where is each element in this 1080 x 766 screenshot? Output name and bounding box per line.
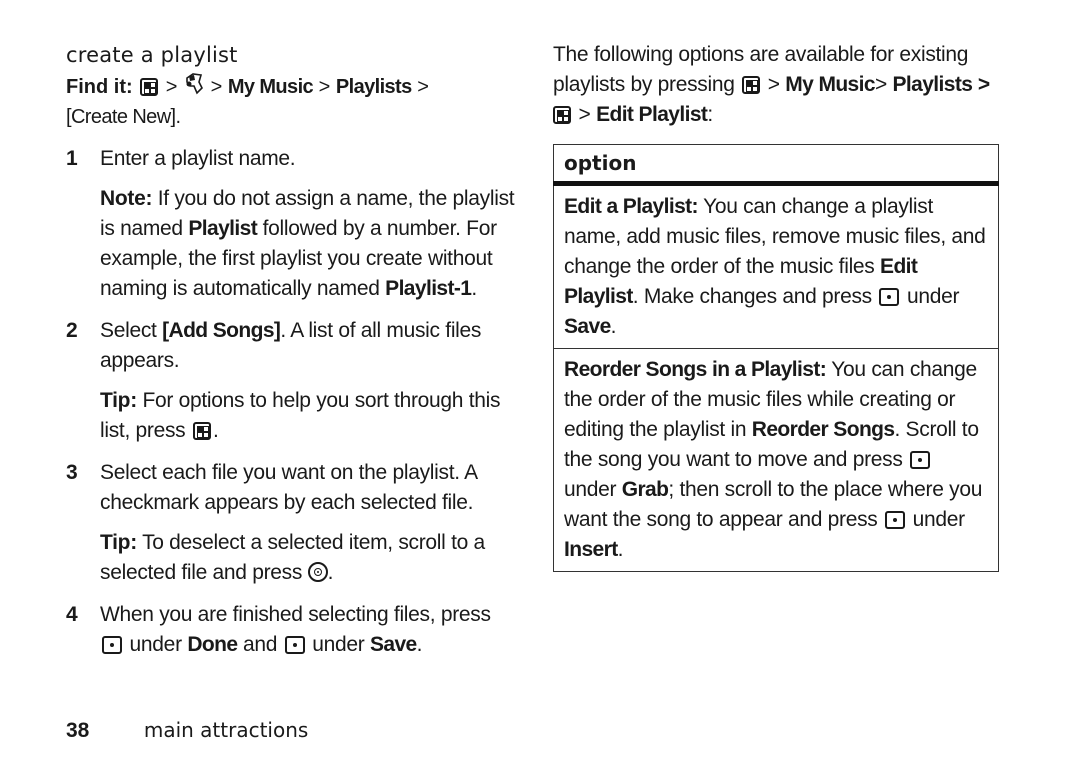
option-text: under <box>912 508 966 531</box>
note: Note: If you do not assign a name, the p… <box>66 184 516 304</box>
menu-key-icon <box>192 422 211 440</box>
step-number: 3 <box>66 461 78 484</box>
option-text: under <box>906 285 960 308</box>
option-term-save: Save <box>564 315 611 338</box>
path-my-music: My Music <box>227 76 314 98</box>
path-playlists: Playlists <box>335 76 412 98</box>
path-separator: > <box>767 73 780 96</box>
step-text: Select each file you want on the playlis… <box>100 461 477 514</box>
note-term-playlist-1: Playlist-1 <box>385 277 472 300</box>
option-title: Edit a Playlist: <box>564 195 699 218</box>
path-separator: > <box>417 76 429 98</box>
table-cell: Reorder Songs in a Playlist: You can cha… <box>554 349 999 572</box>
soft-key-icon <box>284 636 305 654</box>
options-intro: The following options are available for … <box>553 40 999 130</box>
option-text: . Make changes and press <box>632 285 872 308</box>
step-text: When you are finished selecting files, p… <box>100 603 491 626</box>
option-term-grab: Grab <box>621 478 669 501</box>
path-separator: > <box>318 76 331 98</box>
step-3: 3 Select each file you want on the playl… <box>66 458 516 518</box>
step-text: Enter a playlist name. <box>100 147 296 170</box>
path-separator: > <box>977 73 990 96</box>
path-create-new: [Create New] <box>66 106 176 128</box>
menu-key-icon <box>742 76 761 94</box>
tip-label: Tip: <box>100 389 137 412</box>
step-text: under <box>312 633 365 656</box>
options-table: option Edit a Playlist: You can change a… <box>553 144 999 572</box>
tip-label: Tip: <box>100 531 137 554</box>
period: . <box>212 419 219 442</box>
menu-key-icon <box>553 106 571 124</box>
steps-list: 1 Enter a playlist name. Note: If you do… <box>66 144 516 660</box>
note-text: . <box>471 277 477 300</box>
music-icon <box>183 72 205 96</box>
table-header-row: option <box>553 144 999 186</box>
path-playlists: Playlists <box>892 73 973 96</box>
page-footer: 38 main attractions <box>66 718 308 743</box>
soft-key-icon <box>885 511 906 529</box>
step-1: 1 Enter a playlist name. <box>66 144 516 174</box>
step-4: 4 When you are finished selecting files,… <box>66 600 516 660</box>
step-term-add-songs: [Add Songs] <box>162 319 281 342</box>
soft-key-icon <box>910 451 931 469</box>
period: . <box>416 633 423 656</box>
path-my-music: My Music <box>785 73 875 96</box>
step-term-save: Save <box>369 633 417 656</box>
find-it-label: Find it: <box>66 76 133 98</box>
step-2: 2 Select [Add Songs]. A list of all musi… <box>66 316 516 376</box>
note-label: Note: <box>100 187 153 210</box>
step-text: under <box>129 633 183 656</box>
period: . <box>175 106 182 128</box>
section-title: create a playlist <box>66 43 238 67</box>
menu-key-icon <box>140 78 159 96</box>
right-column: The following options are available for … <box>553 40 999 572</box>
step-text: and <box>242 633 278 656</box>
path-separator: > <box>210 76 223 98</box>
soft-key-icon <box>879 288 900 306</box>
period: . <box>610 315 617 338</box>
navigation-key-icon <box>307 562 328 582</box>
tip: Tip: To deselect a selected item, scroll… <box>66 528 516 588</box>
path-separator: > <box>165 76 178 98</box>
soft-key-icon <box>102 636 122 654</box>
path-edit-playlist: Edit Playlist <box>596 103 708 126</box>
option-term-reorder-songs: Reorder Songs <box>751 418 895 441</box>
step-number: 2 <box>66 319 78 342</box>
table-cell: Edit a Playlist: You can change a playli… <box>553 183 999 349</box>
option-title: Reorder Songs in a Playlist: <box>564 358 827 381</box>
colon: : <box>707 103 713 126</box>
period: . <box>617 538 624 561</box>
tip-text: To deselect a selected item, scroll to a… <box>100 531 485 584</box>
note-term-playlist: Playlist <box>188 217 258 240</box>
tip-text: For options to help you sort through thi… <box>100 389 501 442</box>
path-separator: > <box>874 73 893 96</box>
table-row: Reorder Songs in a Playlist: You can cha… <box>554 349 999 572</box>
period: . <box>327 561 334 584</box>
tip: Tip: For options to help you sort throug… <box>66 386 516 446</box>
option-term-insert: Insert <box>564 538 618 561</box>
option-text: under <box>564 478 622 501</box>
step-number: 4 <box>66 603 78 626</box>
step-term-done: Done <box>187 633 238 656</box>
step-number: 1 <box>66 147 78 170</box>
find-it-path: Find it: > > My Music > Playlists > [Cre… <box>66 72 516 132</box>
page-number: 38 <box>66 719 90 742</box>
left-column: create a playlist Find it: > > My Music … <box>66 40 516 660</box>
path-separator: > <box>578 103 591 126</box>
column-header-option: option <box>553 144 999 186</box>
table-row: Edit a Playlist: You can change a playli… <box>553 183 999 349</box>
chapter-title: main attractions <box>143 718 309 742</box>
step-text: Select <box>100 319 163 342</box>
